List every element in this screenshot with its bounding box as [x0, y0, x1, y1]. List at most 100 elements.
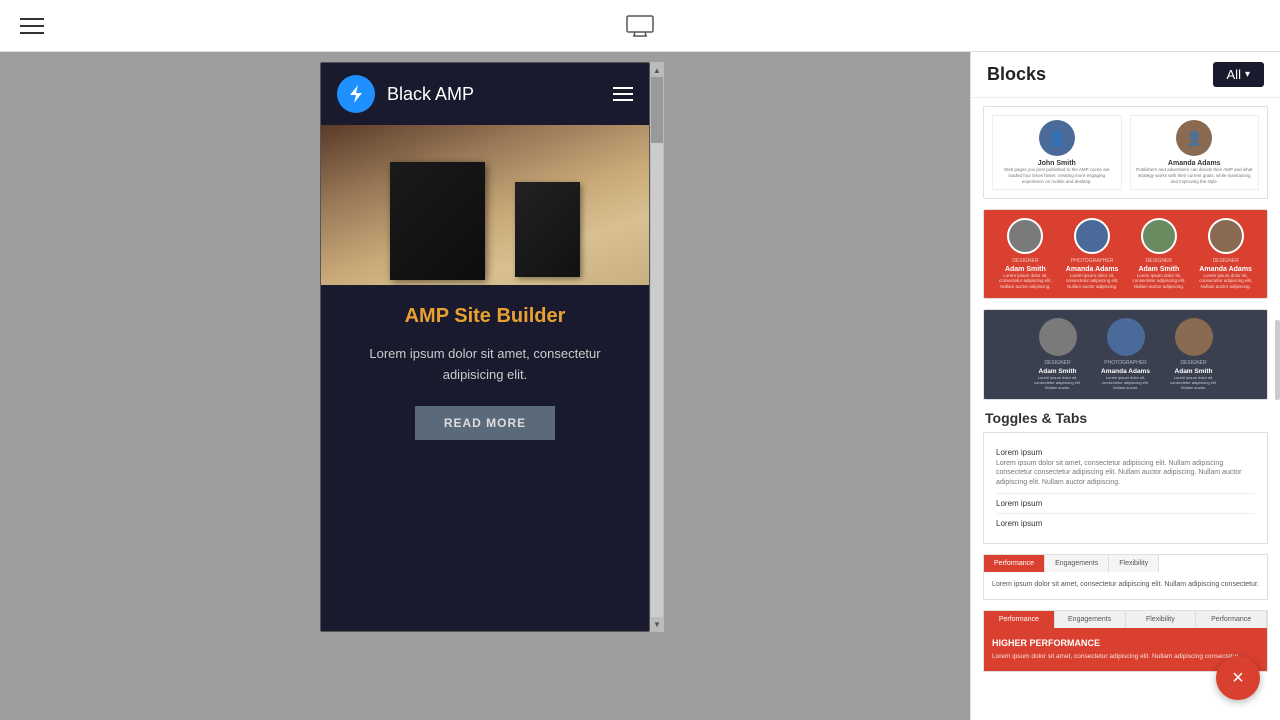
team-red-inner: DESIGNER Adam Smith Lorem ipsum dolor si… [984, 210, 1267, 299]
mobile-menu-button[interactable] [613, 87, 633, 101]
topbar-monitor-icon[interactable] [626, 15, 654, 37]
team-white-item-1: 👤 John Smith Web pages you post publishe… [992, 115, 1122, 190]
accordion-header-1: Lorem ipsum [996, 448, 1255, 457]
team-dark-inner: DESIGNER Adam Smith Lorem ipsum dolor si… [984, 310, 1267, 399]
toggles-tabs-section-label: Toggles & Tabs [983, 410, 1268, 426]
tabs-card-1[interactable]: Performance Engagements Flexibility Lore… [983, 554, 1268, 600]
mobile-frame: Black AMP [320, 62, 650, 632]
role-red-3: DESIGNER [1146, 258, 1172, 264]
team-white-inner: 👤 John Smith Web pages you post publishe… [984, 107, 1267, 198]
name-dark-1: Adam Smith [1039, 368, 1077, 375]
bio-amanda: Publishers and advertisers can decide th… [1135, 167, 1255, 185]
role-red-4: DESIGNER [1213, 258, 1239, 264]
avatar-red-1 [1007, 218, 1043, 254]
mobile-scrollbar[interactable]: ▲ ▼ [650, 62, 664, 632]
team-dark-item-1: DESIGNER Adam Smith Lorem ipsum dolor si… [1028, 318, 1088, 391]
name-dark-2: Amanda Adams [1101, 368, 1150, 375]
name-dark-3: Adam Smith [1175, 368, 1213, 375]
bio-red-4: Lorem ipsum dolor sit, consectetur adipi… [1194, 273, 1257, 291]
avatar-dark-3 [1175, 318, 1213, 356]
close-fab-button[interactable]: × [1216, 656, 1260, 700]
scrollbar-down[interactable]: ▼ [651, 617, 663, 631]
tab-engagements-1[interactable]: Engagements [1045, 555, 1109, 572]
name-red-2: Amanda Adams [1066, 266, 1119, 273]
avatar-red-4 [1208, 218, 1244, 254]
bio-red-1: Lorem ipsum dolor sit, consectetur adipi… [994, 273, 1057, 291]
mobile-preview-container: Black AMP [320, 62, 650, 632]
avatar-red-2 [1074, 218, 1110, 254]
avatar-red-3 [1141, 218, 1177, 254]
main-area: Black AMP [0, 52, 1280, 720]
scrollbar-up[interactable]: ▲ [651, 63, 663, 77]
tab-engagements-2[interactable]: Engagements [1055, 611, 1126, 628]
phone-large [390, 162, 485, 280]
team-red-item-4: DESIGNER Amanda Adams Lorem ipsum dolor … [1194, 218, 1257, 291]
mobile-hero-image [321, 125, 649, 285]
chevron-down-icon: ▾ [1245, 69, 1250, 80]
topbar [0, 0, 1280, 52]
tabs2-text: Lorem ipsum dolor sit amet, consectetur … [992, 652, 1259, 662]
name-john: John Smith [1038, 160, 1076, 167]
accordion-header-2: Lorem ipsum [996, 499, 1255, 508]
role-dark-2: PHOTOGRAPHER [1104, 360, 1146, 366]
team-white-item-2: 👤 Amanda Adams Publishers and advertiser… [1130, 115, 1260, 190]
role-dark-3: DESIGNER [1180, 360, 1206, 366]
accordion-item-3[interactable]: Lorem ipsum [996, 514, 1255, 533]
close-icon: × [1232, 667, 1244, 690]
right-panel-scroll[interactable]: 👤 John Smith Web pages you post publishe… [971, 98, 1280, 720]
accordion-item-1[interactable]: Lorem ipsum Lorem ipsum dolor sit amet, … [996, 443, 1255, 494]
team-dark-item-3: DESIGNER Adam Smith Lorem ipsum dolor si… [1164, 318, 1224, 391]
accordion-item-2[interactable]: Lorem ipsum [996, 494, 1255, 514]
right-panel-title: Blocks [987, 64, 1046, 85]
team-dark-3col-card[interactable]: DESIGNER Adam Smith Lorem ipsum dolor si… [983, 309, 1268, 400]
tab-performance-2b[interactable]: Performance [1196, 611, 1267, 628]
team-red-4col-card[interactable]: DESIGNER Adam Smith Lorem ipsum dolor si… [983, 209, 1268, 300]
phone-small [515, 182, 580, 277]
avatar-photo-amanda: 👤 [1176, 120, 1212, 156]
all-filter-label: All [1227, 67, 1241, 82]
bio-dark-1: Lorem ipsum dolor sit, consectetur adipi… [1028, 375, 1088, 391]
preview-area: Black AMP [0, 52, 970, 720]
mobile-navbar: Black AMP [321, 63, 649, 125]
tabs-header-2: Performance Engagements Flexibility Perf… [984, 611, 1267, 628]
avatar-dark-1 [1039, 318, 1077, 356]
avatar-john: 👤 [1039, 120, 1075, 156]
hero-surface [375, 140, 595, 285]
bio-red-3: Lorem ipsum dolor sit, consectetur adipi… [1128, 273, 1191, 291]
phone-large-screen [390, 162, 485, 280]
name-red-4: Amanda Adams [1199, 266, 1252, 273]
mobile-site-title: Black AMP [387, 84, 613, 105]
team-white-2col-card[interactable]: 👤 John Smith Web pages you post publishe… [983, 106, 1268, 199]
avatar-dark-2 [1107, 318, 1145, 356]
tabs-header-1: Performance Engagements Flexibility [984, 555, 1267, 572]
topbar-menu-button[interactable] [20, 18, 44, 34]
bio-red-2: Lorem ipsum dolor sit, consectetur adipi… [1061, 273, 1124, 291]
tab-flexibility-1[interactable]: Flexibility [1109, 555, 1159, 572]
tab-performance-1[interactable]: Performance [984, 555, 1045, 572]
right-panel-header: Blocks All ▾ [971, 52, 1280, 98]
right-panel: Blocks All ▾ 👤 John Smith Web pages you … [970, 52, 1280, 720]
accordion-body-1: Lorem ipsum dolor sit amet, consectetur … [996, 459, 1255, 488]
mobile-body-text: Lorem ipsum dolor sit amet, consectetur … [341, 344, 629, 386]
role-red-1: DESIGNER [1012, 258, 1038, 264]
team-dark-item-2: PHOTOGRAPHER Amanda Adams Lorem ipsum do… [1096, 318, 1156, 391]
tabs-content-1: Lorem ipsum dolor sit amet, consectetur … [984, 572, 1267, 599]
mobile-read-more-button[interactable]: READ MORE [415, 406, 555, 440]
name-red-3: Adam Smith [1138, 266, 1179, 273]
avatar-amanda: 👤 [1176, 120, 1212, 156]
role-red-2: PHOTOGRAPHER [1071, 258, 1113, 264]
accordion-header-3: Lorem ipsum [996, 519, 1255, 528]
tab-flexibility-2[interactable]: Flexibility [1126, 611, 1197, 628]
team-red-item-1: DESIGNER Adam Smith Lorem ipsum dolor si… [994, 218, 1057, 291]
all-filter-button[interactable]: All ▾ [1213, 62, 1264, 87]
tabs2-title: HIGHER PERFORMANCE [992, 638, 1259, 648]
role-dark-1: DESIGNER [1044, 360, 1070, 366]
phone-small-screen [515, 182, 580, 277]
bio-john: Web pages you post published to the AMP … [997, 167, 1117, 185]
team-red-item-2: PHOTOGRAPHER Amanda Adams Lorem ipsum do… [1061, 218, 1124, 291]
bio-dark-3: Lorem ipsum dolor sit, consectetur adipi… [1164, 375, 1224, 391]
right-edge-scroll [1275, 320, 1280, 400]
tab-performance-2[interactable]: Performance [984, 611, 1055, 628]
mobile-content: AMP Site Builder Lorem ipsum dolor sit a… [321, 285, 649, 631]
accordion-card[interactable]: Lorem ipsum Lorem ipsum dolor sit amet, … [983, 432, 1268, 544]
